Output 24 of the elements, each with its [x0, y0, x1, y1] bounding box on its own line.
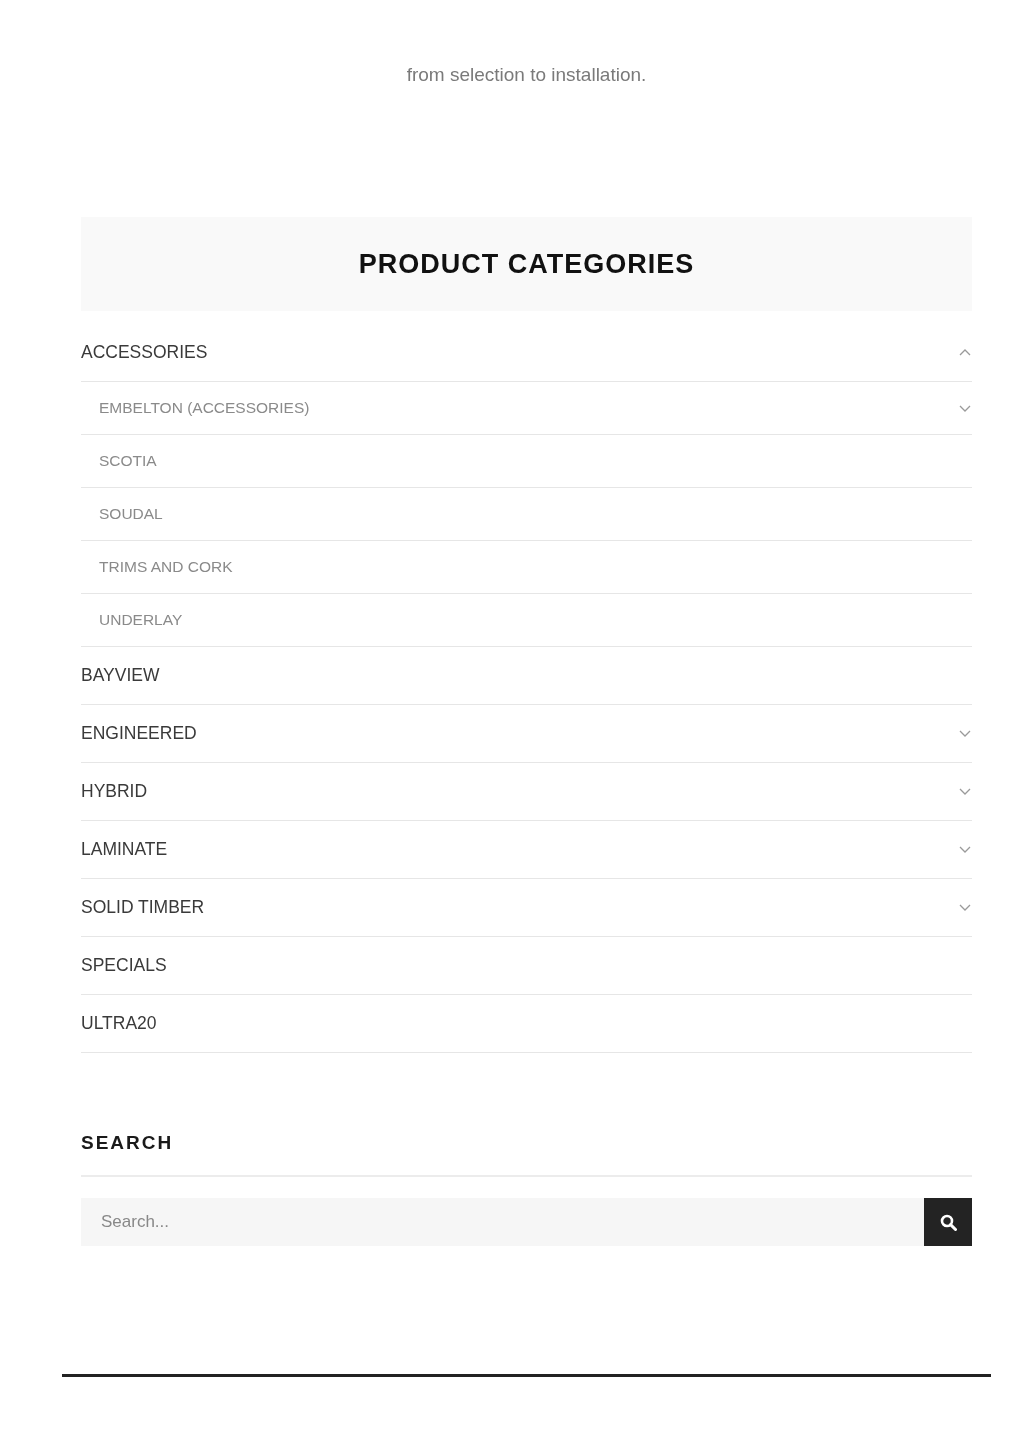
category-link[interactable]: ACCESSORIES: [81, 342, 208, 363]
category-link[interactable]: LAMINATE: [81, 839, 168, 860]
search-title: SEARCH: [81, 1131, 174, 1155]
category-link[interactable]: SOLID TIMBER: [81, 897, 205, 918]
chevron-down-icon[interactable]: [959, 788, 971, 795]
subcategory-link[interactable]: SOUDAL: [99, 505, 163, 523]
chevron-up-icon[interactable]: [959, 349, 971, 356]
category-link[interactable]: ULTRA20: [81, 1013, 157, 1034]
intro-text: from selection to installation.: [406, 63, 647, 87]
category-link[interactable]: ENGINEERED: [81, 723, 197, 744]
chevron-down-icon[interactable]: [959, 846, 971, 853]
search-button[interactable]: [924, 1198, 972, 1246]
subcategory-link[interactable]: TRIMS AND CORK: [99, 558, 233, 576]
subcategory-link[interactable]: SCOTIA: [99, 452, 157, 470]
category-link[interactable]: SPECIALS: [81, 955, 167, 976]
category-link[interactable]: HYBRID: [81, 781, 148, 802]
chevron-down-icon[interactable]: [959, 904, 971, 911]
subcategory-link[interactable]: EMBELTON (ACCESSORIES): [99, 399, 310, 417]
search-field[interactable]: Search...: [81, 1198, 924, 1246]
category-link[interactable]: BAYVIEW: [81, 665, 160, 686]
categories-title: PRODUCT CATEGORIES: [358, 248, 695, 280]
search-icon: [939, 1213, 957, 1231]
chevron-down-icon[interactable]: [959, 404, 971, 412]
chevron-down-icon[interactable]: [959, 730, 971, 737]
